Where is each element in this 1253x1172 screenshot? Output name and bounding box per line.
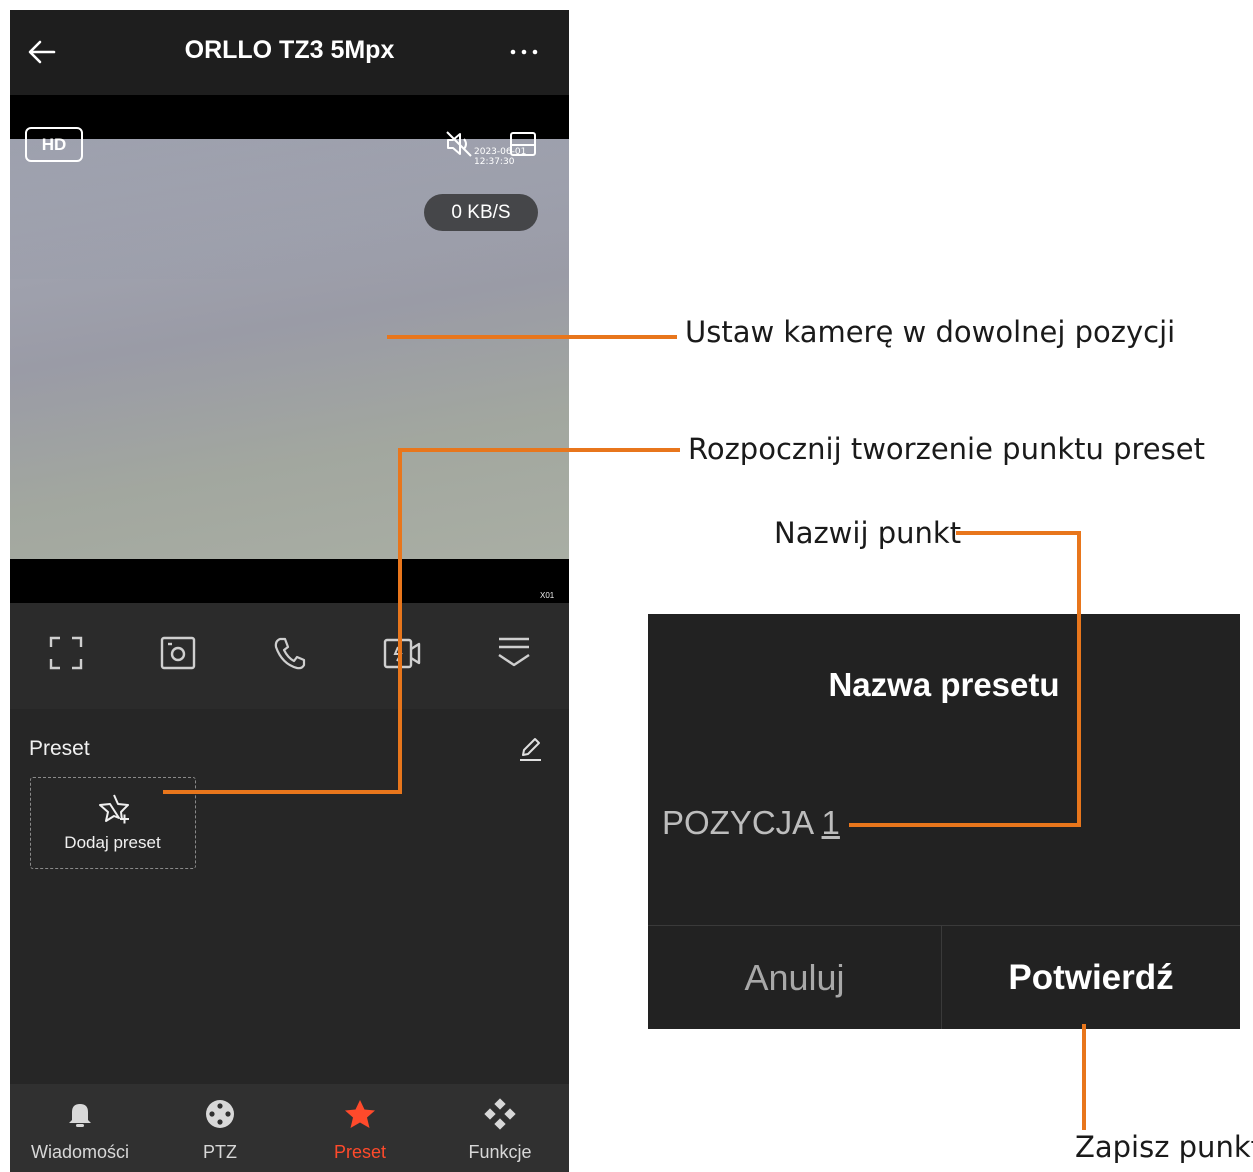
dialog-title: Nazwa presetu: [828, 666, 1060, 703]
control-toolbar: [10, 603, 569, 709]
annotation-name-point: Nazwij punkt: [774, 516, 962, 550]
tab-messages[interactable]: Wiadomości: [10, 1084, 150, 1172]
phone-screen: ORLLO TZ3 5Mpx X01 HD 2023-06-01 12:37:3…: [10, 10, 569, 1172]
more-options-icon[interactable]: [506, 40, 542, 64]
tab-label: PTZ: [203, 1142, 237, 1162]
preset-name-input[interactable]: POZYCJA 1: [662, 804, 840, 842]
cancel-button[interactable]: Anuluj: [648, 926, 941, 1029]
preset-section-title: Preset: [29, 737, 90, 760]
add-preset-button[interactable]: Dodaj preset: [30, 777, 196, 869]
tab-ptz[interactable]: PTZ: [150, 1084, 290, 1172]
split-view-icon[interactable]: [508, 129, 538, 159]
bell-icon: [69, 1104, 91, 1127]
edit-pencil-icon[interactable]: [516, 735, 544, 763]
star-icon: [345, 1100, 375, 1128]
tab-preset[interactable]: Preset: [290, 1084, 430, 1172]
hd-quality-button[interactable]: HD: [25, 127, 83, 162]
tab-label: Wiadomości: [30, 1142, 130, 1162]
page-title: ORLLO TZ3 5Mpx: [184, 36, 395, 64]
annotation-save-point: Zapisz punkt: [1075, 1130, 1253, 1164]
preset-panel: Preset Dodaj preset: [10, 709, 569, 1084]
collapse-menu-icon[interactable]: [494, 633, 534, 673]
annotation-set-camera: Ustaw kamerę w dowolnej pozycji: [685, 315, 1176, 349]
live-video-view[interactable]: X01 HD 2023-06-01 12:37:30 0 KB/S: [10, 95, 569, 603]
preset-name-dialog: Nazwa presetu POZYCJA 1 Anuluj Potwierdź: [648, 614, 1240, 1029]
add-preset-label: Dodaj preset: [64, 833, 161, 852]
snapshot-icon[interactable]: [158, 633, 198, 673]
speaker-muted-icon[interactable]: [444, 129, 474, 159]
confirm-button[interactable]: Potwierdź: [942, 926, 1240, 1029]
ptz-joystick-icon: [206, 1100, 234, 1128]
functions-icon: [484, 1098, 516, 1130]
call-icon[interactable]: [270, 633, 310, 673]
input-text: POZYCJA: [662, 804, 822, 841]
channel-label: X01: [540, 591, 555, 600]
input-number: 1: [821, 804, 840, 841]
tab-functions[interactable]: Funkcje: [430, 1084, 569, 1172]
data-rate-badge: 0 KB/S: [424, 194, 538, 231]
star-plus-icon: [99, 794, 129, 824]
tab-label: Funkcje: [468, 1142, 532, 1162]
fullscreen-icon[interactable]: [46, 633, 86, 673]
tab-label: Preset: [333, 1142, 387, 1162]
bottom-tab-bar: Wiadomości PTZ Preset Funkcje: [10, 1084, 569, 1172]
record-icon[interactable]: [382, 633, 422, 673]
top-bar: ORLLO TZ3 5Mpx: [10, 10, 569, 95]
annotation-start-preset: Rozpocznij tworzenie punktu preset: [688, 432, 1205, 466]
